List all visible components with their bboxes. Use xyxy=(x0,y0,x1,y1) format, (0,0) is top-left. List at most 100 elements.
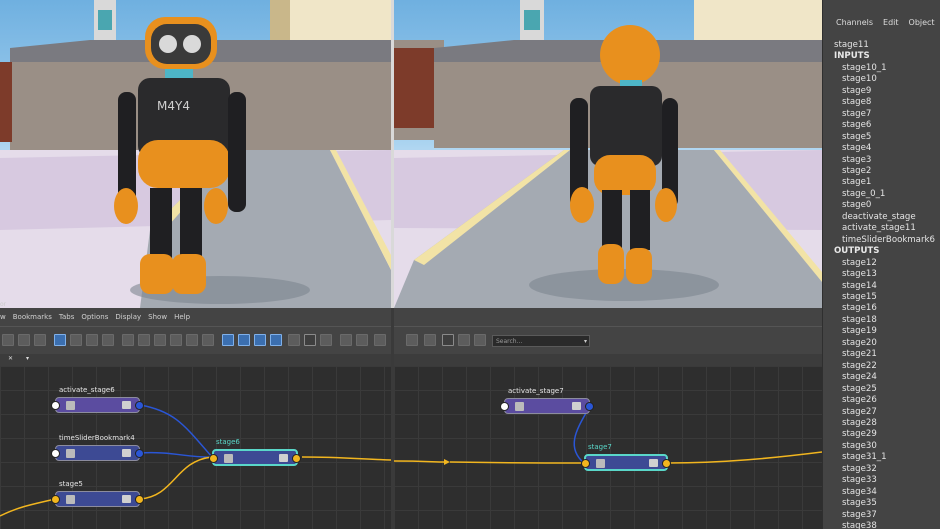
channel-box-item[interactable]: deactivate_stage xyxy=(834,212,940,223)
input-port[interactable] xyxy=(51,401,60,410)
channel-box-item[interactable]: stage31_1 xyxy=(834,452,940,463)
node-expand-icon[interactable] xyxy=(122,449,131,457)
input-port[interactable] xyxy=(500,402,509,411)
graph-output-icon[interactable] xyxy=(34,334,46,346)
move-tool-icon[interactable] xyxy=(254,334,266,346)
lock-icon[interactable] xyxy=(340,334,352,346)
rotate-tool-icon[interactable] xyxy=(270,334,282,346)
select-tool-icon[interactable] xyxy=(222,334,234,346)
display-icon[interactable] xyxy=(374,334,386,346)
channel-box-item[interactable]: stage14 xyxy=(834,281,940,292)
node-activate-stage7[interactable] xyxy=(500,398,594,414)
node-timeslider-bookmark4[interactable] xyxy=(51,445,144,461)
channel-box-item[interactable]: stage25 xyxy=(834,384,940,395)
channel-box-item[interactable]: stage19 xyxy=(834,326,940,337)
viewport-front[interactable]: M4Y4 xyxy=(0,0,391,308)
frame-all-icon[interactable] xyxy=(54,334,66,346)
graph-both-icon[interactable] xyxy=(18,334,30,346)
channel-box-item[interactable]: stage22 xyxy=(834,361,940,372)
graph-grid-icon[interactable] xyxy=(424,334,436,346)
custom-view-icon[interactable] xyxy=(170,334,182,346)
output-port[interactable] xyxy=(585,402,594,411)
node-graph-left[interactable]: activate_stage6 timeSliderBookmark4 stag… xyxy=(0,366,391,529)
channel-box-item[interactable]: stage13 xyxy=(834,269,940,280)
channel-box-item[interactable]: stage33 xyxy=(834,475,940,486)
node-stage7-selected[interactable] xyxy=(581,454,671,471)
node-expand-icon[interactable] xyxy=(649,459,658,467)
output-port[interactable] xyxy=(662,459,671,468)
output-port[interactable] xyxy=(135,401,144,410)
filter-selected-icon[interactable] xyxy=(442,334,454,346)
channel-box-item[interactable]: stage18 xyxy=(834,315,940,326)
graph-input-icon[interactable] xyxy=(2,334,14,346)
search-dropdown-icon[interactable]: ▾ xyxy=(584,336,587,347)
channel-box-item[interactable]: stage35 xyxy=(834,498,940,509)
tag-icon[interactable] xyxy=(356,334,368,346)
input-port[interactable] xyxy=(581,459,590,468)
node-stage6-selected[interactable] xyxy=(209,449,301,466)
add-tab-icon[interactable]: ▾ xyxy=(26,355,29,362)
menu-item-show[interactable]: Show xyxy=(148,313,167,321)
connected-view-icon[interactable] xyxy=(138,334,150,346)
channel-box-item[interactable]: stage32 xyxy=(834,464,940,475)
node-graph-right[interactable]: activate_stage7 stage7 xyxy=(394,366,822,529)
output-port[interactable] xyxy=(292,454,301,463)
channel-box-item[interactable]: stage38 xyxy=(834,521,940,529)
filter-toggle-icon[interactable] xyxy=(304,334,316,346)
node-expand-icon[interactable] xyxy=(572,402,581,410)
node-expand-icon[interactable] xyxy=(279,454,288,462)
channel-box-item[interactable]: stage9 xyxy=(834,86,940,97)
node-expand-icon[interactable] xyxy=(122,495,131,503)
close-tab-icon[interactable]: ✕ xyxy=(8,355,13,362)
attribute-icon[interactable] xyxy=(320,334,332,346)
search-input[interactable]: Search... ▾ xyxy=(492,335,590,347)
channel-box-item[interactable]: stage0 xyxy=(834,200,940,211)
snap-icon[interactable] xyxy=(288,334,300,346)
channel-box-item[interactable]: stage10 xyxy=(834,74,940,85)
channel-box-item[interactable]: timeSliderBookmark6 xyxy=(834,235,940,246)
menu-item-display[interactable]: Display xyxy=(115,313,141,321)
input-port[interactable] xyxy=(51,495,60,504)
channel-box-item[interactable]: stage21 xyxy=(834,349,940,360)
node-stage5[interactable] xyxy=(51,491,144,507)
input-port[interactable] xyxy=(209,454,218,463)
full-view-icon[interactable] xyxy=(154,334,166,346)
menu-item-channels[interactable]: Channels xyxy=(836,18,873,40)
channel-box-item[interactable]: stage_0_1 xyxy=(834,189,940,200)
channel-box-item[interactable]: stage30 xyxy=(834,441,940,452)
channel-box-item[interactable]: stage24 xyxy=(834,372,940,383)
attribute-filter-icon[interactable] xyxy=(458,334,470,346)
node-activate-stage6[interactable] xyxy=(51,397,144,413)
channel-box-item[interactable]: stage27 xyxy=(834,407,940,418)
menu-item-options[interactable]: Options xyxy=(81,313,108,321)
output-port[interactable] xyxy=(135,495,144,504)
inputs-header[interactable]: INPUTS xyxy=(834,51,940,62)
channel-box-item[interactable]: stage29 xyxy=(834,429,940,440)
grid-icon[interactable] xyxy=(202,334,214,346)
channel-box-item[interactable]: stage2 xyxy=(834,166,940,177)
channel-box-item[interactable]: stage7 xyxy=(834,109,940,120)
channel-box-item[interactable]: stage15 xyxy=(834,292,940,303)
channel-box-item[interactable]: activate_stage11 xyxy=(834,223,940,234)
layout-vertical-icon[interactable] xyxy=(102,334,114,346)
menu-item-bookmarks[interactable]: Bookmarks xyxy=(13,313,52,321)
layout-horizontal-icon[interactable] xyxy=(86,334,98,346)
search-options-icon[interactable] xyxy=(474,334,486,346)
menu-item-tabs[interactable]: Tabs xyxy=(59,313,75,321)
channel-box-item[interactable]: stage8 xyxy=(834,97,940,108)
channel-box-item[interactable]: stage37 xyxy=(834,510,940,521)
graph-layout-icon[interactable] xyxy=(406,334,418,346)
layout-icon[interactable] xyxy=(70,334,82,346)
viewport-back[interactable] xyxy=(394,0,822,308)
channel-box-item[interactable]: stage10_1 xyxy=(834,63,940,74)
channel-box-item[interactable]: stage34 xyxy=(834,487,940,498)
channel-box-item[interactable]: stage1 xyxy=(834,177,940,188)
channel-box-item[interactable]: stage20 xyxy=(834,338,940,349)
outputs-header[interactable]: OUTPUTS xyxy=(834,246,940,257)
node-expand-icon[interactable] xyxy=(122,401,131,409)
channel-box-item[interactable]: stage6 xyxy=(834,120,940,131)
channel-box-item[interactable]: stage28 xyxy=(834,418,940,429)
channel-box-item[interactable]: stage16 xyxy=(834,303,940,314)
channel-box-item[interactable]: stage4 xyxy=(834,143,940,154)
menu-item-object[interactable]: Object xyxy=(909,18,935,40)
